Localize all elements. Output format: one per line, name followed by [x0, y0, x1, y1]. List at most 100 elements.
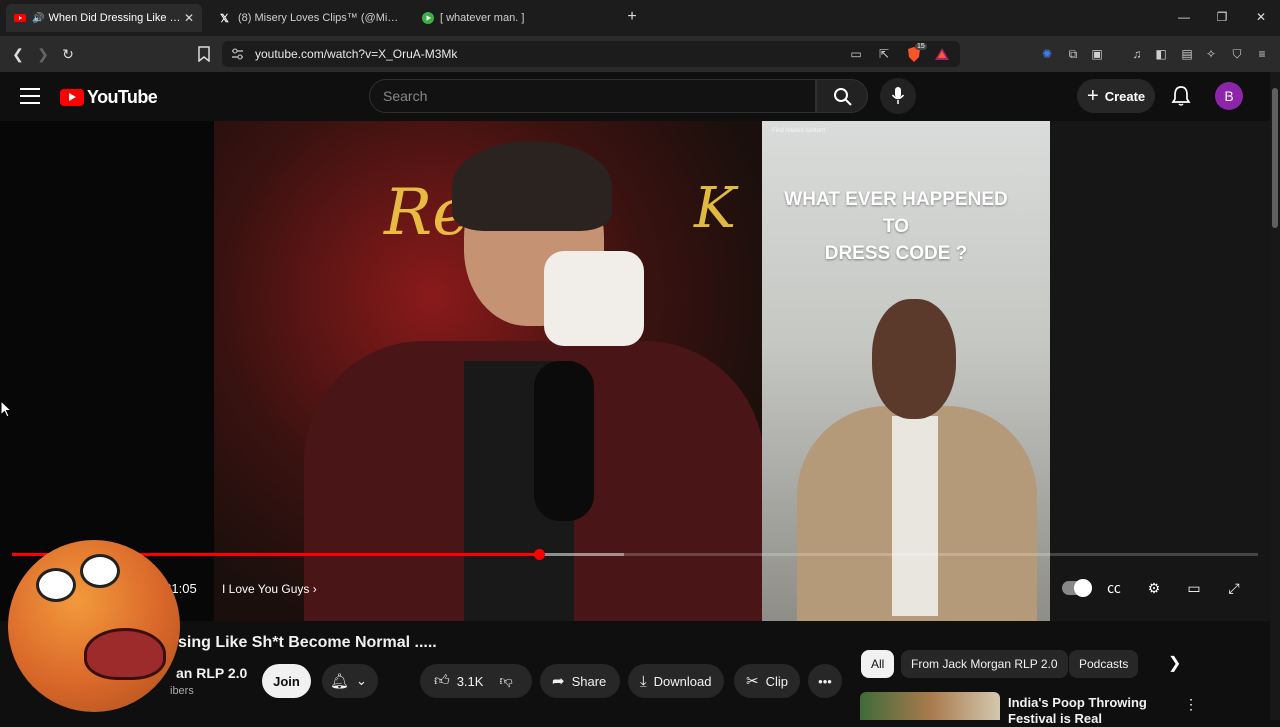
- youtube-play-logo-icon: [60, 89, 84, 106]
- cast-icon[interactable]: ▭: [848, 46, 864, 62]
- share-icon: ➦: [552, 673, 565, 690]
- caption-line: TO: [882, 216, 910, 237]
- recommended-thumbnail[interactable]: [860, 692, 1000, 720]
- shield-count-badge: 15: [915, 43, 927, 50]
- recommended-title[interactable]: India's Poop Throwing Festival is Real: [1008, 695, 1178, 727]
- reload-icon[interactable]: ↻: [59, 45, 77, 63]
- chip-all[interactable]: All: [861, 650, 895, 678]
- share-page-icon[interactable]: ⇱: [876, 46, 892, 62]
- leo-ai-icon[interactable]: ✧: [1203, 46, 1219, 62]
- sticker-eye: [80, 554, 120, 588]
- search-icon: [834, 88, 852, 106]
- guest-face: [872, 299, 956, 419]
- vpn-icon[interactable]: ✺: [1039, 46, 1055, 62]
- caption-line: DRESS CODE ?: [824, 243, 968, 264]
- chapter-title[interactable]: I Love You Guys ›: [222, 582, 317, 596]
- captions-icon[interactable]: ㏄: [1103, 577, 1125, 599]
- plus-icon: +: [1087, 84, 1099, 107]
- url-field[interactable]: youtube.com/watch?v=X_OruA-M3Mk ▭ ⇱ 15: [222, 41, 960, 67]
- settings-gear-icon[interactable]: ⚙: [1143, 577, 1165, 599]
- voice-search-button[interactable]: [880, 78, 916, 114]
- like-count[interactable]: 3.1K: [457, 674, 484, 689]
- speaker-icon: 🔊: [32, 12, 45, 24]
- microphone-icon: [891, 87, 905, 104]
- autoplay-toggle[interactable]: [1062, 579, 1092, 597]
- video-caption-overlay: WHAT EVER HAPPENED TO DRESS CODE ?: [762, 186, 1030, 267]
- youtube-logo[interactable]: YouTube: [60, 87, 158, 108]
- search-button[interactable]: [816, 79, 868, 113]
- guest-shirt: [892, 416, 938, 616]
- site-settings-icon[interactable]: [231, 48, 244, 60]
- bookmark-icon[interactable]: [197, 46, 211, 62]
- extensions-icon[interactable]: ⧉: [1065, 46, 1081, 62]
- scissors-icon: ✂: [746, 673, 759, 690]
- thumbs-up-icon[interactable]: 👍︎: [434, 672, 450, 690]
- back-icon[interactable]: ❮: [9, 45, 27, 63]
- reader-icon[interactable]: ▣: [1089, 46, 1105, 62]
- channel-name[interactable]: an RLP 2.0: [176, 665, 247, 681]
- chip-from-channel[interactable]: From Jack Morgan RLP 2.0: [901, 650, 1068, 678]
- guide-menu-icon[interactable]: [20, 88, 40, 104]
- coffee-mug: [544, 251, 644, 346]
- podcast-microphone: [534, 361, 594, 521]
- more-actions-button[interactable]: •••: [808, 664, 842, 698]
- theater-mode-icon[interactable]: ▭: [1183, 577, 1205, 599]
- clip-button[interactable]: ✂ Clip: [734, 664, 800, 698]
- chevron-down-icon: ⌄: [356, 673, 367, 688]
- media-icon[interactable]: ♫: [1129, 46, 1145, 62]
- download-button[interactable]: ⤓ Download: [628, 664, 724, 698]
- create-label: Create: [1104, 88, 1146, 104]
- search-placeholder: Search: [383, 88, 428, 104]
- create-button[interactable]: + Create: [1077, 79, 1155, 113]
- new-tab-button[interactable]: +: [624, 8, 640, 26]
- menu-icon[interactable]: ≡: [1254, 46, 1270, 62]
- scrubber-handle[interactable]: [534, 549, 545, 560]
- wallet-icon[interactable]: ▤: [1179, 46, 1195, 62]
- avatar[interactable]: B: [1215, 82, 1243, 110]
- forward-icon[interactable]: ❯: [34, 45, 52, 63]
- neon-sign-right: K: [694, 176, 736, 241]
- share-label: Share: [571, 673, 607, 689]
- subscriber-count: ibers: [170, 685, 194, 697]
- url-text: youtube.com/watch?v=X_OruA-M3Mk: [255, 47, 458, 61]
- restore-icon[interactable]: ❐: [1214, 10, 1230, 24]
- tab-title: (8) Misery Loves Clips™ (@MiseryClip: [238, 12, 400, 24]
- minimize-icon[interactable]: —: [1176, 10, 1192, 24]
- recommended-more-icon[interactable]: ⋮: [1184, 696, 1198, 713]
- bell-icon: 🔔︎: [330, 673, 350, 690]
- caption-line: WHAT EVER HAPPENED: [784, 189, 1008, 210]
- x-logo-icon: 𝕏: [220, 13, 229, 25]
- video-frame-left: Re K: [214, 121, 764, 621]
- video-title: sing Like Sh*t Become Normal .....: [178, 634, 437, 651]
- youtube-favicon-icon: [14, 14, 26, 22]
- video-player[interactable]: Re K Find related content WHAT EVER HAPP…: [0, 121, 1270, 621]
- search-input[interactable]: Search: [369, 79, 816, 113]
- join-button[interactable]: Join: [262, 664, 311, 698]
- host-hair: [452, 141, 612, 231]
- notifications-subscribe-button[interactable]: 🔔︎ ⌄: [322, 664, 378, 698]
- mouse-cursor-icon: [0, 400, 12, 418]
- more-horizontal-icon: •••: [818, 673, 832, 689]
- fullscreen-icon[interactable]: ⤢: [1223, 577, 1245, 599]
- player-pillarbox: [1050, 121, 1270, 621]
- chapter-label: I Love You Guys: [222, 582, 310, 596]
- download-icon: ⤓: [640, 672, 647, 690]
- sticker-eye: [36, 568, 76, 602]
- scrollbar-thumb[interactable]: [1272, 88, 1278, 228]
- download-label: Download: [653, 673, 712, 689]
- notifications-bell-icon[interactable]: [1170, 85, 1192, 107]
- youtube-wordmark: YouTube: [87, 87, 158, 107]
- close-window-icon[interactable]: ✕: [1253, 10, 1269, 24]
- brave-rewards-icon[interactable]: [934, 47, 950, 61]
- chip-podcasts[interactable]: Podcasts: [1069, 650, 1139, 678]
- share-button[interactable]: ➦ Share: [540, 664, 620, 698]
- tab-youtube-video[interactable]: 🔊 When Did Dressing Like Sh*t ✕: [6, 4, 202, 32]
- tab-whatever-man[interactable]: [ whatever man. ]: [414, 4, 610, 32]
- chips-next-icon[interactable]: ❯: [1168, 653, 1181, 673]
- thumbs-down-icon[interactable]: 👎︎: [499, 673, 512, 689]
- sidebar-icon[interactable]: ◧: [1153, 46, 1169, 62]
- close-tab-icon[interactable]: ✕: [184, 11, 194, 25]
- address-bar-row: ❮ ❯ ↻ youtube.com/watch?v=X_OruA-M3Mk ▭ …: [0, 36, 1280, 72]
- tab-x-misery-clips[interactable]: 𝕏 (8) Misery Loves Clips™ (@MiseryClip: [212, 4, 408, 32]
- brave-vpn-shield-icon[interactable]: ⛉: [1229, 46, 1245, 62]
